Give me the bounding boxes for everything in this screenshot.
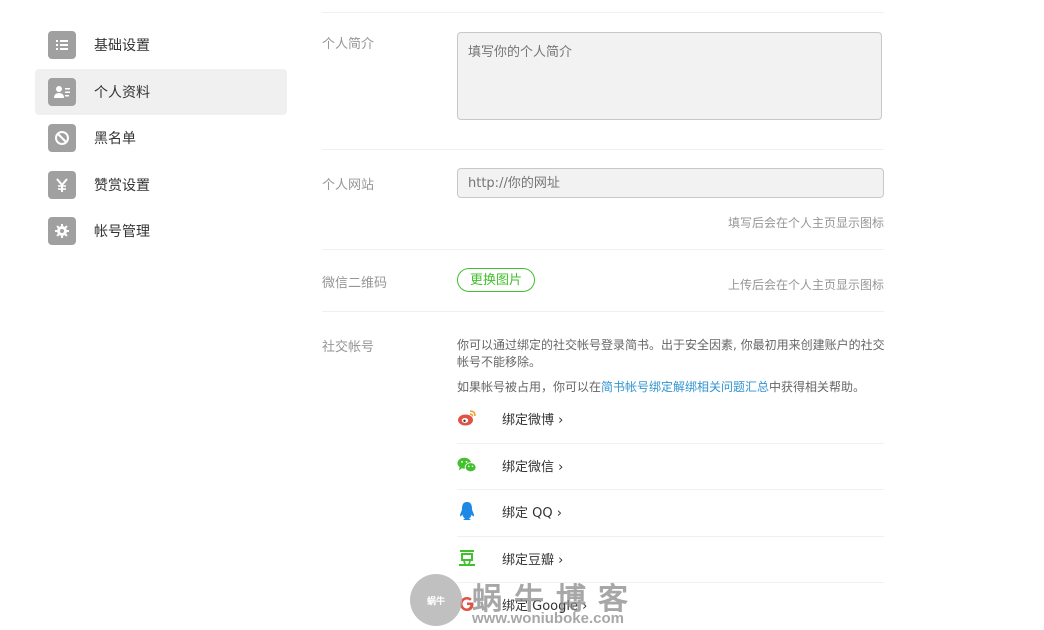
divider (322, 12, 884, 13)
help-text: 如果帐号被占用，你可以在简书帐号绑定解绑相关问题汇总中获得相关帮助。 (457, 378, 865, 395)
bind-douban-label: 绑定豆瓣 › (502, 552, 564, 568)
sidebar-item-profile[interactable]: 个人资料 (35, 68, 287, 115)
bio-textarea[interactable] (457, 32, 882, 120)
bind-weibo-row[interactable]: 绑定微博 › (457, 397, 884, 444)
watermark: 蜗牛 蜗牛博客 www.woniuboke.com (410, 572, 640, 630)
bind-wechat-label: 绑定微信 › (502, 459, 564, 475)
sidebar-item-account-management[interactable]: 帐号管理 (35, 208, 287, 255)
wechat-qr-hint: 上传后会在个人主页显示图标 (727, 278, 884, 292)
bind-qq-row[interactable]: 绑定 QQ › (457, 490, 884, 537)
sidebar-item-basic-settings[interactable]: 基础设置 (35, 22, 287, 69)
wechat-qr-label: 微信二维码 (322, 276, 388, 291)
divider (322, 249, 884, 250)
watermark-logo-text: 蜗牛 (426, 596, 445, 607)
sidebar-item-label: 黑名单 (94, 131, 136, 148)
block-icon (48, 124, 76, 153)
social-description: 你可以通过绑定的社交帐号登录简书。出于安全因素, 你最初用来创建账户的社交 帐号… (457, 337, 885, 371)
settings-page: 基础设置 个人资料 黑名单 赞赏设置 帐号管理 个人简介 填写你的个人简介 个人… (0, 0, 1044, 630)
change-image-button[interactable]: 更换图片 (457, 268, 536, 292)
website-label: 个人网站 (322, 178, 375, 193)
divider (322, 149, 884, 150)
sidebar-item-label: 基础设置 (94, 38, 150, 55)
divider (322, 311, 884, 312)
social-accounts-label: 社交帐号 (322, 340, 375, 355)
settings-sidebar: 基础设置 个人资料 黑名单 赞赏设置 帐号管理 (35, 22, 287, 255)
sidebar-item-reward-settings[interactable]: 赞赏设置 (35, 162, 287, 209)
snail-logo-icon: 蜗牛 (410, 574, 462, 626)
gear-icon (48, 217, 76, 246)
sidebar-item-label: 个人资料 (94, 84, 150, 101)
sidebar-item-blacklist[interactable]: 黑名单 (35, 115, 287, 162)
bind-weibo-label: 绑定微博 › (502, 413, 564, 428)
social-description-line: 你可以通过绑定的社交帐号登录简书。出于安全因素, 你最初用来创建账户的社交 (457, 338, 885, 352)
wechat-icon (457, 454, 477, 476)
website-hint: 填写后会在个人主页显示图标 (727, 216, 884, 230)
sidebar-item-label: 赞赏设置 (94, 177, 150, 194)
weibo-icon (457, 407, 477, 429)
qq-icon (457, 500, 477, 522)
social-description-line: 帐号不能移除。 (457, 355, 542, 369)
profile-card-icon (48, 77, 76, 106)
sidebar-item-label: 帐号管理 (94, 224, 150, 241)
bind-qq-label: 绑定 QQ › (502, 506, 562, 521)
help-prefix: 如果帐号被占用，你可以在 (457, 380, 602, 394)
douban-icon (457, 547, 477, 569)
list-icon (48, 31, 76, 60)
help-suffix: 中获得相关帮助。 (769, 380, 866, 394)
help-link[interactable]: 简书帐号绑定解绑相关问题汇总 (601, 380, 769, 394)
yen-icon (48, 170, 76, 199)
bind-wechat-row[interactable]: 绑定微信 › (457, 444, 884, 490)
watermark-url: www.woniuboke.com (472, 610, 624, 627)
bio-label: 个人简介 (322, 37, 375, 52)
website-input[interactable] (457, 168, 884, 198)
